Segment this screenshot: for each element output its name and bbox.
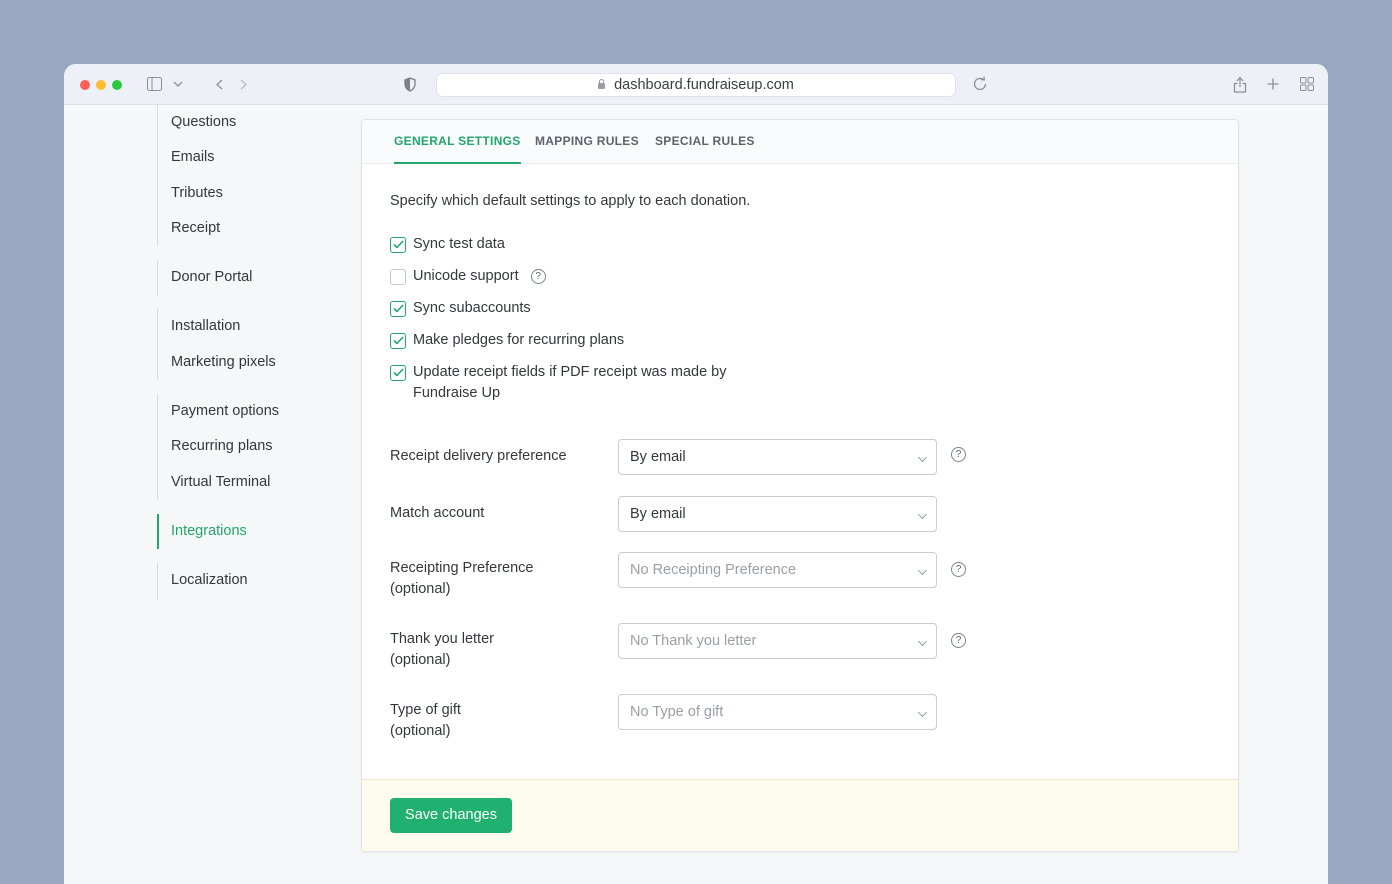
chevron-down-icon bbox=[918, 453, 927, 462]
sidebar-item-emails[interactable]: Emails bbox=[158, 140, 357, 175]
lock-icon bbox=[598, 79, 606, 89]
tab-bar: GENERAL SETTINGS MAPPING RULES SPECIAL R… bbox=[362, 120, 1238, 164]
checkbox-row-unicode-support[interactable]: Unicode support ? bbox=[390, 266, 546, 287]
field-label-text: Type of gift bbox=[390, 702, 461, 718]
sidebar-item-receipt[interactable]: Receipt bbox=[158, 211, 357, 246]
help-icon[interactable]: ? bbox=[951, 447, 966, 462]
field-optional-text: (optional) bbox=[390, 723, 451, 739]
checkbox-label: Make pledges for recurring plans bbox=[413, 332, 625, 348]
chevron-down-icon bbox=[918, 637, 927, 646]
share-icon[interactable] bbox=[1233, 74, 1247, 94]
sync-test-data-checkbox[interactable] bbox=[390, 236, 406, 253]
select-placeholder: No Receipting Preference bbox=[630, 562, 797, 578]
update-receipt-fields-checkbox[interactable] bbox=[390, 364, 406, 381]
nav-group-portal: Donor Portal bbox=[157, 260, 357, 296]
field-label-text: Thank you letter bbox=[390, 631, 494, 647]
chevron-down-icon bbox=[918, 566, 927, 575]
field-label: Match account bbox=[390, 505, 485, 521]
checkbox-label: Update receipt fields if PDF receipt was… bbox=[413, 362, 727, 404]
help-icon[interactable]: ? bbox=[951, 562, 966, 577]
sidebar-item-marketing-pixels[interactable]: Marketing pixels bbox=[158, 345, 357, 380]
unicode-support-checkbox[interactable] bbox=[390, 268, 406, 285]
chevron-down-icon bbox=[918, 708, 927, 717]
select-placeholder: No Thank you letter bbox=[630, 633, 757, 649]
sidebar-item-tributes[interactable]: Tributes bbox=[158, 176, 357, 211]
sidebar-item-installation[interactable]: Installation bbox=[158, 309, 357, 344]
chevron-down-icon[interactable] bbox=[173, 74, 183, 94]
checkbox-label: Sync subaccounts bbox=[413, 300, 531, 316]
save-changes-button[interactable]: Save changes bbox=[390, 798, 512, 833]
sidebar-item-integrations[interactable]: Integrations bbox=[159, 514, 357, 549]
checkbox-label-line-1: Update receipt fields if PDF receipt was… bbox=[413, 364, 727, 380]
reload-icon[interactable] bbox=[972, 74, 988, 94]
nav-group-installation: Installation Marketing pixels bbox=[157, 309, 357, 381]
checkbox-label: Sync test data bbox=[413, 236, 505, 252]
url-text: dashboard.fundraiseup.com bbox=[614, 77, 794, 93]
forward-icon[interactable] bbox=[240, 74, 247, 94]
field-label: Type of gift (optional) bbox=[390, 700, 461, 742]
sync-subaccounts-checkbox[interactable] bbox=[390, 300, 406, 317]
nav-group-forms: Questions Emails Tributes Receipt bbox=[157, 105, 357, 247]
sidebar-item-recurring-plans[interactable]: Recurring plans bbox=[158, 429, 357, 464]
settings-description: Specify which default settings to apply … bbox=[390, 193, 751, 209]
select-placeholder: No Type of gift bbox=[630, 704, 724, 720]
sidebar-item-localization[interactable]: Localization bbox=[158, 563, 357, 598]
help-icon[interactable]: ? bbox=[530, 269, 546, 284]
select-value: By email bbox=[630, 449, 686, 465]
checkbox-row-sync-test-data[interactable]: Sync test data bbox=[390, 234, 505, 255]
checkbox-row-sync-subaccounts[interactable]: Sync subaccounts bbox=[390, 298, 531, 319]
address-bar[interactable]: dashboard.fundraiseup.com bbox=[436, 73, 956, 97]
nav-group-payments: Payment options Recurring plans Virtual … bbox=[157, 394, 357, 500]
make-pledges-checkbox[interactable] bbox=[390, 332, 406, 349]
receipting-preference-select[interactable]: No Receipting Preference bbox=[618, 552, 937, 588]
sidebar-item-payment-options[interactable]: Payment options bbox=[158, 394, 357, 429]
tab-overview-icon[interactable] bbox=[1300, 74, 1314, 94]
minimize-window-button[interactable] bbox=[96, 80, 106, 90]
field-label: Receipting Preference (optional) bbox=[390, 558, 533, 600]
new-tab-icon[interactable] bbox=[1267, 74, 1279, 94]
field-optional-text: (optional) bbox=[390, 652, 451, 668]
type-of-gift-select[interactable]: No Type of gift bbox=[618, 694, 937, 730]
sidebar-item-virtual-terminal[interactable]: Virtual Terminal bbox=[158, 465, 357, 500]
thank-you-letter-select[interactable]: No Thank you letter bbox=[618, 623, 937, 659]
chevron-down-icon bbox=[918, 510, 927, 519]
sidebar-item-questions[interactable]: Questions bbox=[158, 105, 357, 140]
checkbox-label: Unicode support bbox=[413, 268, 519, 284]
settings-panel: GENERAL SETTINGS MAPPING RULES SPECIAL R… bbox=[361, 119, 1239, 852]
field-optional-text: (optional) bbox=[390, 581, 451, 597]
sidebar-toggle-icon[interactable] bbox=[147, 74, 162, 94]
zoom-window-button[interactable] bbox=[112, 80, 122, 90]
shield-icon[interactable] bbox=[404, 74, 416, 94]
checkbox-row-update-receipt-fields[interactable]: Update receipt fields if PDF receipt was… bbox=[390, 362, 727, 404]
panel-footer: Save changes bbox=[362, 779, 1238, 851]
tab-mapping-rules[interactable]: MAPPING RULES bbox=[535, 120, 639, 164]
close-window-button[interactable] bbox=[80, 80, 90, 90]
select-value: By email bbox=[630, 506, 686, 522]
back-icon[interactable] bbox=[216, 74, 223, 94]
tab-general-settings[interactable]: GENERAL SETTINGS bbox=[394, 120, 521, 164]
receipt-delivery-select[interactable]: By email bbox=[618, 439, 937, 475]
settings-sidebar: Questions Emails Tributes Receipt Donor … bbox=[157, 105, 357, 613]
sidebar-item-donor-portal[interactable]: Donor Portal bbox=[158, 260, 357, 295]
field-label: Thank you letter (optional) bbox=[390, 629, 494, 671]
tab-special-rules[interactable]: SPECIAL RULES bbox=[655, 120, 755, 164]
field-label-text: Receipting Preference bbox=[390, 560, 534, 576]
match-account-select[interactable]: By email bbox=[618, 496, 937, 532]
browser-window: dashboard.fundraiseup.com Questions Emai… bbox=[64, 64, 1328, 884]
checkbox-row-make-pledges[interactable]: Make pledges for recurring plans bbox=[390, 330, 624, 351]
nav-group-localization: Localization bbox=[157, 563, 357, 599]
field-label: Receipt delivery preference bbox=[390, 448, 567, 464]
nav-group-integrations: Integrations bbox=[157, 513, 357, 550]
help-icon[interactable]: ? bbox=[951, 633, 966, 648]
checkbox-label-line-2: Fundraise Up bbox=[413, 385, 501, 401]
browser-toolbar: dashboard.fundraiseup.com bbox=[64, 64, 1328, 105]
